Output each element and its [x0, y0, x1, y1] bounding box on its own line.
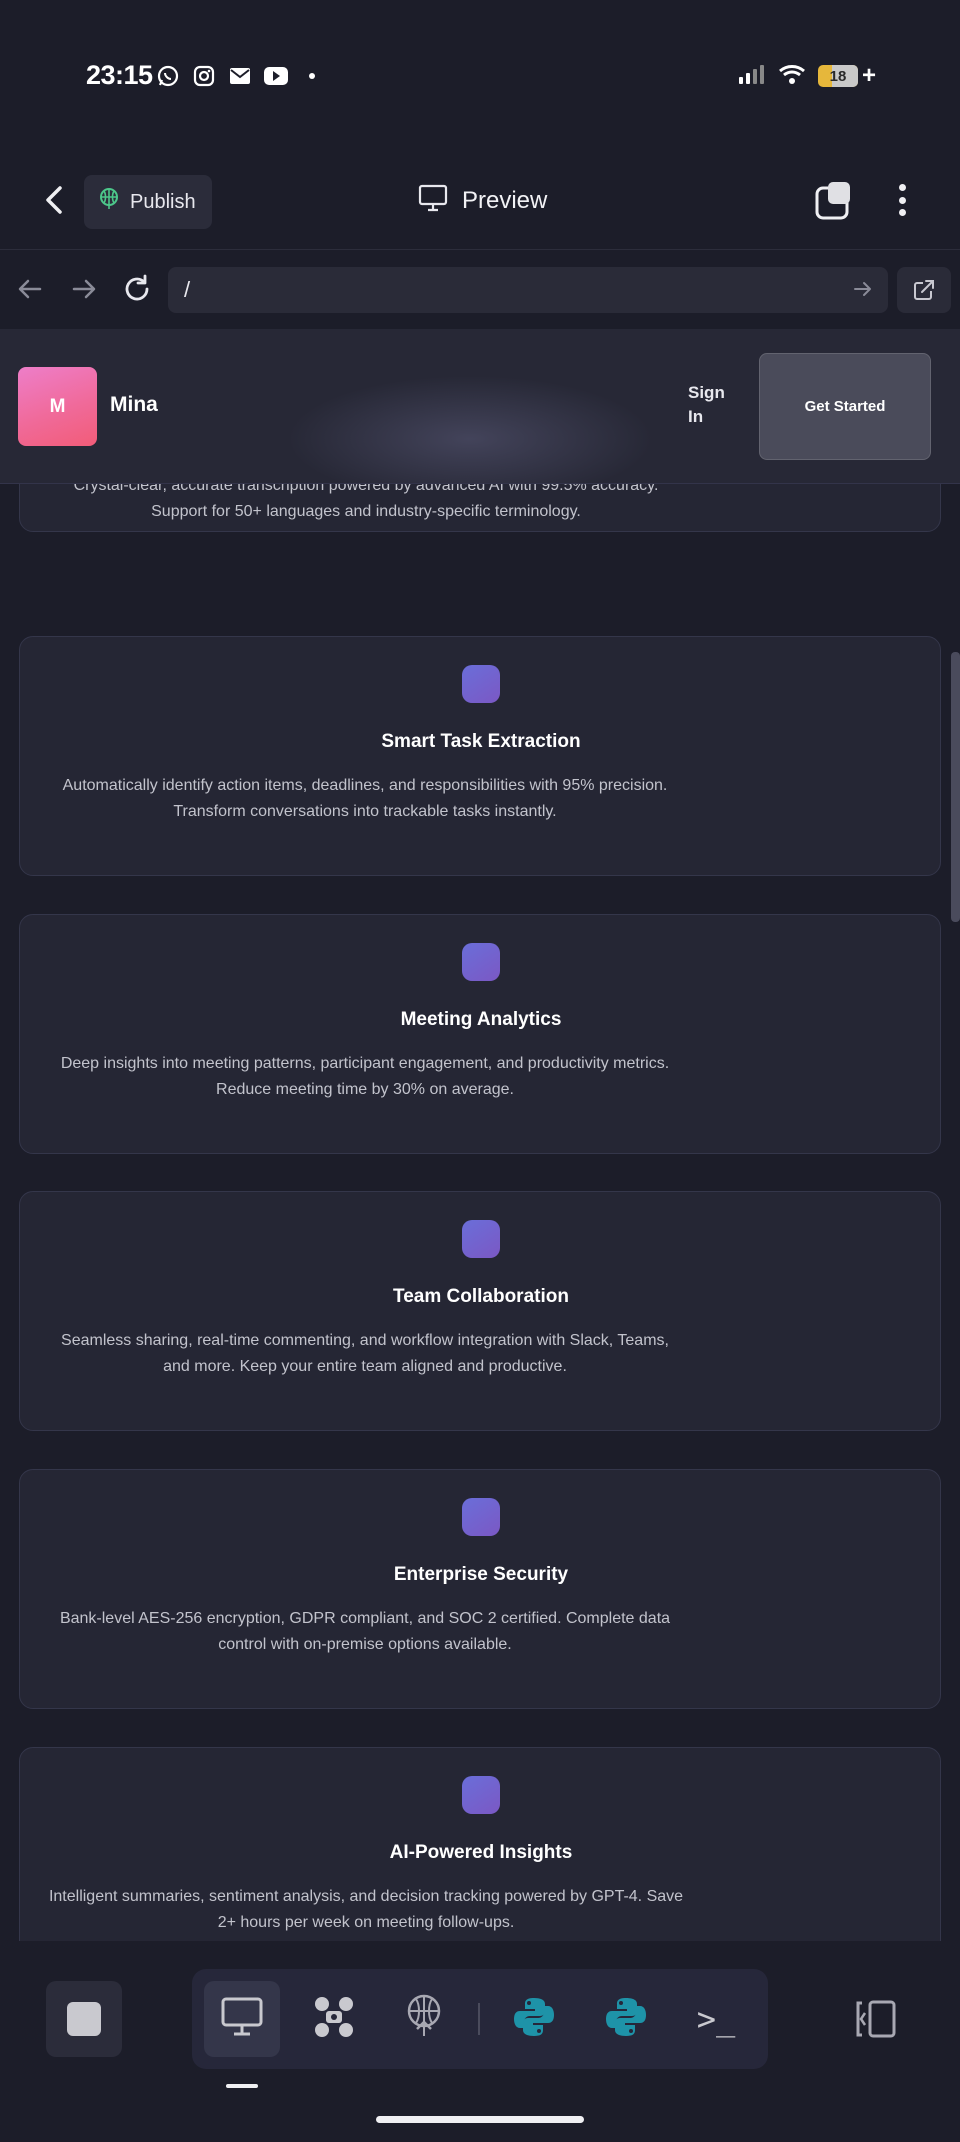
brand-name[interactable]: Mina [110, 393, 158, 417]
feature-icon [462, 943, 500, 981]
preview-title: Preview [418, 180, 547, 222]
charging-plus-icon: + [861, 62, 876, 89]
feature-card: Team Collaboration Seamless sharing, rea… [19, 1191, 941, 1431]
publish-button[interactable]: Publish [84, 175, 212, 229]
feature-card: AI-Powered Insights Intelligent summarie… [19, 1747, 941, 1941]
system-icons: 18 + [738, 62, 876, 90]
globe-upload-icon [404, 1993, 444, 2046]
terminal-icon: >_ [696, 2000, 736, 2038]
back-button[interactable] [36, 180, 72, 220]
status-bar: 23:15 18 + [0, 0, 960, 150]
active-tab-indicator [226, 2084, 258, 2088]
feature-title: Meeting Analytics [400, 1009, 562, 1030]
battery-icon: 18 [817, 65, 858, 87]
browser-forward-icon[interactable] [66, 271, 102, 307]
python-tool-button-2[interactable] [588, 1981, 664, 2057]
wifi-icon [778, 63, 806, 90]
signal-icon [738, 63, 766, 90]
feature-description: Intelligent summaries, sentiment analysi… [48, 1888, 684, 1931]
status-time: 23:15 [86, 60, 153, 90]
mail-icon [227, 63, 253, 89]
web-viewport: M Mina Sign In Get Started Crystal-clear… [0, 329, 960, 1941]
tabs-button[interactable] [814, 180, 854, 220]
python-icon [604, 1995, 648, 2044]
feature-card: Meeting Analytics Deep insights into mee… [19, 914, 941, 1154]
feature-description: Automatically identify action items, dea… [62, 777, 668, 820]
monitor-icon [418, 184, 448, 219]
notification-icons [155, 63, 325, 89]
site-logo[interactable]: M [18, 367, 97, 446]
feature-card: Smart Task Extraction Automatically iden… [19, 636, 941, 876]
stop-button[interactable] [46, 1981, 122, 2057]
bottom-toolbar: >_ [0, 1941, 960, 2142]
get-started-button[interactable]: Get Started [759, 353, 931, 460]
site-navbar: M Mina Sign In Get Started [0, 329, 960, 484]
feature-title: Enterprise Security [393, 1564, 569, 1585]
dot-icon [299, 63, 325, 89]
app-header: Publish Preview [0, 150, 960, 250]
whatsapp-icon [155, 63, 181, 89]
open-external-button[interactable] [897, 267, 951, 313]
url-text: / [184, 277, 191, 302]
deploy-tool-button[interactable] [386, 1981, 462, 2057]
feature-icon [462, 1220, 500, 1258]
reload-icon[interactable] [119, 271, 155, 307]
feature-icon [462, 1498, 500, 1536]
go-arrow-icon[interactable] [852, 278, 874, 306]
agent-tool-button[interactable] [296, 1981, 372, 2057]
publish-icon [98, 187, 120, 217]
panel-toggle-button[interactable] [852, 1999, 898, 2039]
python-tool-button[interactable] [496, 1981, 572, 2057]
url-input[interactable]: / [168, 267, 888, 313]
feature-icon [462, 665, 500, 703]
more-options-button[interactable] [884, 180, 920, 220]
sign-in-link[interactable]: Sign In [688, 381, 736, 429]
monitor-icon [220, 1996, 264, 2043]
tool-group: >_ [192, 1969, 768, 2069]
feature-title: Team Collaboration [393, 1286, 569, 1307]
feature-card: Enterprise Security Bank-level AES-256 e… [19, 1469, 941, 1709]
python-icon [512, 1995, 556, 2044]
home-indicator [376, 2116, 584, 2123]
feature-description: Bank-level AES-256 encryption, GDPR comp… [59, 1610, 671, 1653]
feature-description: Seamless sharing, real-time commenting, … [61, 1332, 669, 1375]
browser-back-icon[interactable] [12, 271, 48, 307]
scrollbar-thumb[interactable] [951, 652, 960, 922]
preview-tool-button[interactable] [204, 1981, 280, 2057]
instagram-icon [191, 63, 217, 89]
shell-tool-button[interactable]: >_ [678, 1981, 754, 2057]
preview-label: Preview [462, 187, 548, 214]
tool-divider [478, 2003, 480, 2035]
agent-icon [310, 1994, 358, 2045]
feature-description: Deep insights into meeting patterns, par… [60, 1055, 670, 1098]
feature-title: Smart Task Extraction [381, 731, 581, 752]
publish-label: Publish [130, 190, 196, 213]
stop-icon [67, 2002, 101, 2036]
feature-icon [462, 1776, 500, 1814]
feature-title: AI-Powered Insights [389, 1842, 573, 1863]
battery-level: 18 [829, 67, 847, 85]
browser-bar: / [0, 251, 960, 329]
youtube-icon [263, 63, 289, 89]
